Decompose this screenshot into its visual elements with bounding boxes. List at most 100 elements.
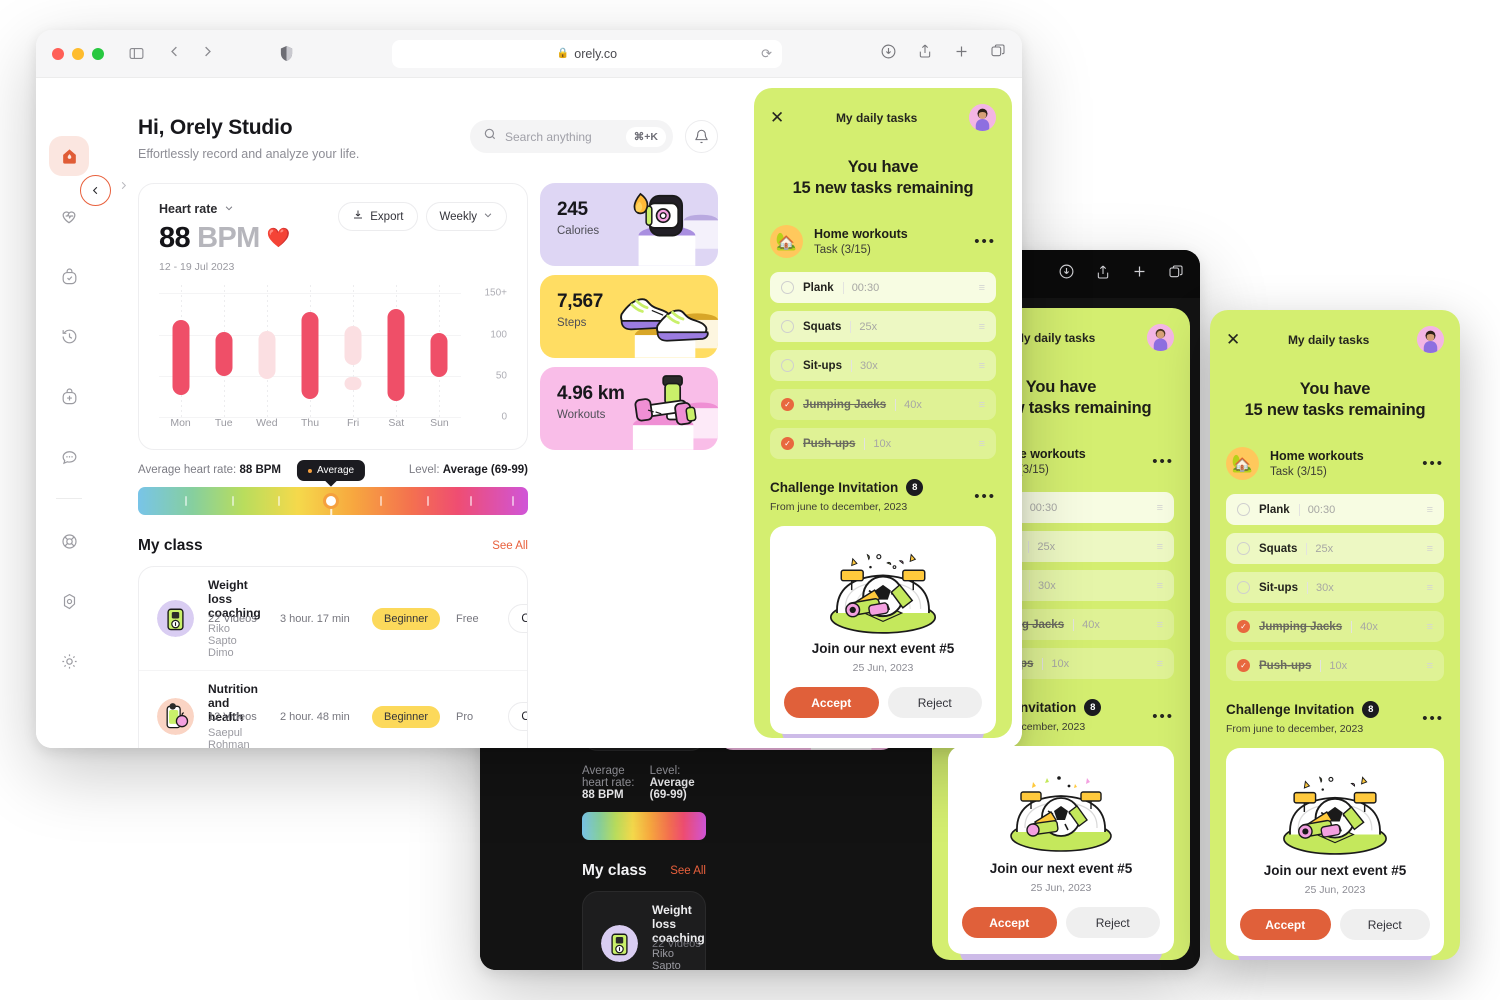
close-icon[interactable]: ✕ — [770, 109, 784, 126]
table-row[interactable]: Nutrition and health Saepul Rohman 12 Vide… — [139, 670, 527, 748]
task-item[interactable]: Squats 25x ≡ — [770, 311, 996, 343]
tab-overview-icon[interactable] — [990, 43, 1006, 64]
share-icon[interactable] — [1095, 264, 1111, 285]
table-row[interactable]: Weight loss coachingRiko Sapto Dimo22 Vi… — [139, 567, 527, 670]
range-select[interactable]: Weekly — [425, 202, 507, 231]
window-traffic-lights[interactable] — [52, 47, 104, 60]
close-icon[interactable]: ✕ — [1226, 331, 1240, 348]
accept-button-floating[interactable]: Accept — [1240, 909, 1331, 941]
close-window-button[interactable] — [52, 47, 64, 60]
open-button[interactable]: Open — [508, 702, 527, 731]
task-item[interactable]: Sit-ups 30x ≡ — [770, 350, 996, 382]
reload-icon[interactable]: ⟳ — [761, 46, 772, 62]
see-all-link[interactable]: See All — [492, 540, 528, 552]
ellipsis-icon[interactable]: ••• — [1422, 710, 1444, 727]
shield-icon[interactable] — [279, 45, 294, 62]
task-item[interactable]: Squats 25x ≡ — [1226, 533, 1444, 565]
drag-handle-icon[interactable]: ≡ — [1427, 504, 1433, 516]
sidebar-item-messages[interactable] — [49, 436, 89, 476]
drag-handle-icon[interactable]: ≡ — [1157, 541, 1163, 553]
reject-button-floating[interactable]: Reject — [1339, 909, 1430, 941]
ellipsis-icon[interactable]: ••• — [1422, 455, 1444, 472]
see-all-link-dark[interactable]: See All — [670, 865, 706, 877]
drag-handle-icon[interactable]: ≡ — [1427, 543, 1433, 555]
plus-icon[interactable] — [953, 43, 970, 65]
sidebar-item-add[interactable] — [49, 376, 89, 416]
task-checkbox[interactable] — [1237, 503, 1250, 517]
maximize-window-button[interactable] — [92, 47, 104, 60]
ellipsis-icon[interactable]: ••• — [1152, 708, 1174, 725]
search-input[interactable]: Search anything ⌘+K — [470, 120, 673, 153]
slider-knob[interactable] — [323, 493, 340, 509]
task-checkbox[interactable] — [781, 320, 794, 334]
task-checkbox[interactable] — [781, 281, 794, 295]
drag-handle-icon[interactable]: ≡ — [1157, 658, 1163, 670]
task-item[interactable]: ✓ Jumping Jacks 40x ≡ — [770, 389, 996, 421]
sidebar-item-home[interactable] — [49, 136, 89, 176]
sidebar-toggle-icon[interactable] — [128, 45, 145, 62]
ellipsis-icon[interactable]: ••• — [974, 233, 996, 250]
task-checkbox[interactable] — [1237, 581, 1250, 595]
task-checkbox[interactable]: ✓ — [1237, 620, 1250, 634]
reject-button-dark[interactable]: Reject — [1065, 907, 1160, 939]
drag-handle-icon[interactable]: ≡ — [1427, 660, 1433, 672]
heart-rate-metric-select[interactable]: Heart rate — [159, 202, 290, 216]
ellipsis-icon[interactable]: ••• — [974, 488, 996, 505]
avatar[interactable] — [969, 104, 996, 131]
avatar[interactable] — [1417, 326, 1444, 353]
sidebar-item-target[interactable] — [49, 581, 89, 621]
minimize-window-button[interactable] — [72, 47, 84, 60]
chevron-right-icon[interactable] — [118, 180, 129, 194]
drag-handle-icon[interactable]: ≡ — [1157, 619, 1163, 631]
address-bar-light[interactable]: 🔒 orely.co ⟳ — [392, 39, 782, 68]
drag-handle-icon[interactable]: ≡ — [979, 399, 985, 411]
drag-handle-icon[interactable]: ≡ — [979, 438, 985, 450]
chevron-right-icon[interactable] — [200, 44, 215, 64]
browser-window-light[interactable]: 🔒 orely.co ⟳ Hi, Orely Studio Effortless… — [36, 30, 1022, 748]
sidebar-item-history[interactable] — [49, 316, 89, 356]
drag-handle-icon[interactable]: ≡ — [1157, 502, 1163, 514]
accept-button[interactable]: Accept — [784, 687, 879, 719]
plus-icon[interactable] — [1131, 263, 1148, 285]
sidebar-item-support[interactable] — [49, 521, 89, 561]
task-checkbox[interactable]: ✓ — [1237, 659, 1250, 673]
task-item[interactable]: Sit-ups 30x ≡ — [1226, 572, 1444, 604]
task-item[interactable]: Plank 00:30 ≡ — [1226, 494, 1444, 526]
tab-overview-icon[interactable] — [1168, 264, 1184, 285]
download-icon[interactable] — [1058, 263, 1075, 285]
heart-rate-slider[interactable]: Average — [138, 460, 528, 523]
drag-handle-icon[interactable]: ≡ — [1427, 582, 1433, 594]
task-checkbox[interactable]: ✓ — [781, 437, 794, 451]
drag-handle-icon[interactable]: ≡ — [979, 321, 985, 333]
task-item[interactable]: ✓ Jumping Jacks 40x ≡ — [1226, 611, 1444, 643]
task-item[interactable]: ✓ Push-ups 10x ≡ — [770, 428, 996, 460]
export-button[interactable]: Export — [338, 202, 418, 231]
share-icon[interactable] — [917, 43, 933, 64]
download-icon[interactable] — [880, 43, 897, 65]
task-item[interactable]: Plank 00:30 ≡ — [770, 272, 996, 304]
drag-handle-icon[interactable]: ≡ — [979, 360, 985, 372]
open-button[interactable]: Open — [508, 604, 527, 633]
sidebar-item-settings[interactable] — [49, 641, 89, 681]
accept-button-dark[interactable]: Accept — [962, 907, 1057, 939]
sidebar-collapse-button[interactable] — [80, 175, 111, 206]
task-checkbox[interactable]: ✓ — [781, 398, 794, 412]
task-checkbox[interactable] — [1237, 542, 1250, 556]
chevron-left-icon[interactable] — [167, 44, 182, 64]
sidebar-item-health[interactable] — [49, 196, 89, 236]
table-row[interactable]: Weight loss coachingRiko Sapto Dimo22 Vi… — [583, 892, 705, 970]
avatar[interactable] — [1147, 324, 1174, 351]
stat-card-calories[interactable]: 245Calories — [540, 183, 718, 266]
sidebar-item-tasks[interactable] — [49, 256, 89, 296]
task-checkbox[interactable] — [781, 359, 794, 373]
heart-rate-slider-dark[interactable] — [582, 812, 706, 840]
drag-handle-icon[interactable]: ≡ — [1157, 580, 1163, 592]
ellipsis-icon[interactable]: ••• — [1152, 453, 1174, 470]
drag-handle-icon[interactable]: ≡ — [1427, 621, 1433, 633]
notifications-button[interactable] — [685, 120, 718, 153]
slider-track-dark[interactable] — [582, 812, 706, 840]
drag-handle-icon[interactable]: ≡ — [979, 282, 985, 294]
task-item[interactable]: ✓ Push-ups 10x ≡ — [1226, 650, 1444, 682]
reject-button[interactable]: Reject — [887, 687, 982, 719]
stat-card-steps[interactable]: 7,567Steps — [540, 275, 718, 358]
